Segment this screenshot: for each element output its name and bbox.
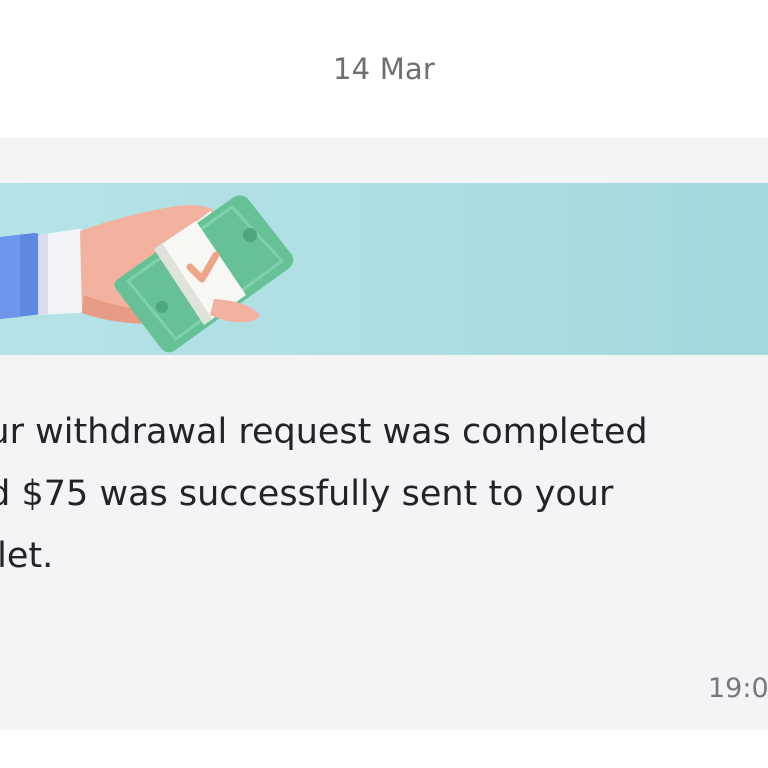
- message-timestamp: 19:0: [708, 673, 768, 704]
- message-text-line: allet.: [0, 536, 54, 576]
- hand-holding-money-icon: [0, 195, 294, 353]
- message-banner-image: [0, 183, 768, 355]
- chat-screen: 14 Mar our withdrawal request was comple…: [0, 0, 768, 768]
- date-divider: 14 Mar: [332, 52, 436, 86]
- message-text-line: nd $75 was successfully sent to your: [0, 474, 614, 514]
- notification-message-card[interactable]: our withdrawal request was completed nd …: [0, 138, 768, 730]
- message-text-line: our withdrawal request was completed: [0, 412, 648, 452]
- message-text: our withdrawal request was completed nd …: [0, 401, 766, 587]
